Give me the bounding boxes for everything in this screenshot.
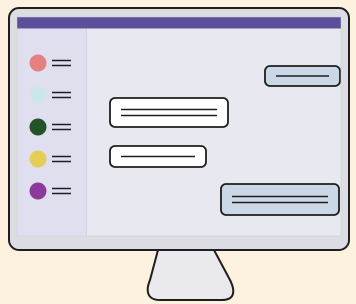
contact-avatar: [29, 86, 47, 104]
contact-avatar: [29, 54, 47, 72]
contact-avatar: [29, 182, 47, 200]
title-bar: [17, 17, 341, 28]
incoming-message-bubble: [109, 97, 229, 128]
incoming-message-bubble: [109, 145, 207, 168]
monitor-stand: [146, 249, 235, 301]
monitor-illustration: [8, 7, 350, 301]
contact-avatar: [29, 150, 47, 168]
outgoing-message-bubble: [264, 65, 341, 87]
sidebar: [17, 29, 86, 236]
outgoing-message-bubble: [220, 183, 340, 216]
contact-avatar: [29, 118, 47, 136]
